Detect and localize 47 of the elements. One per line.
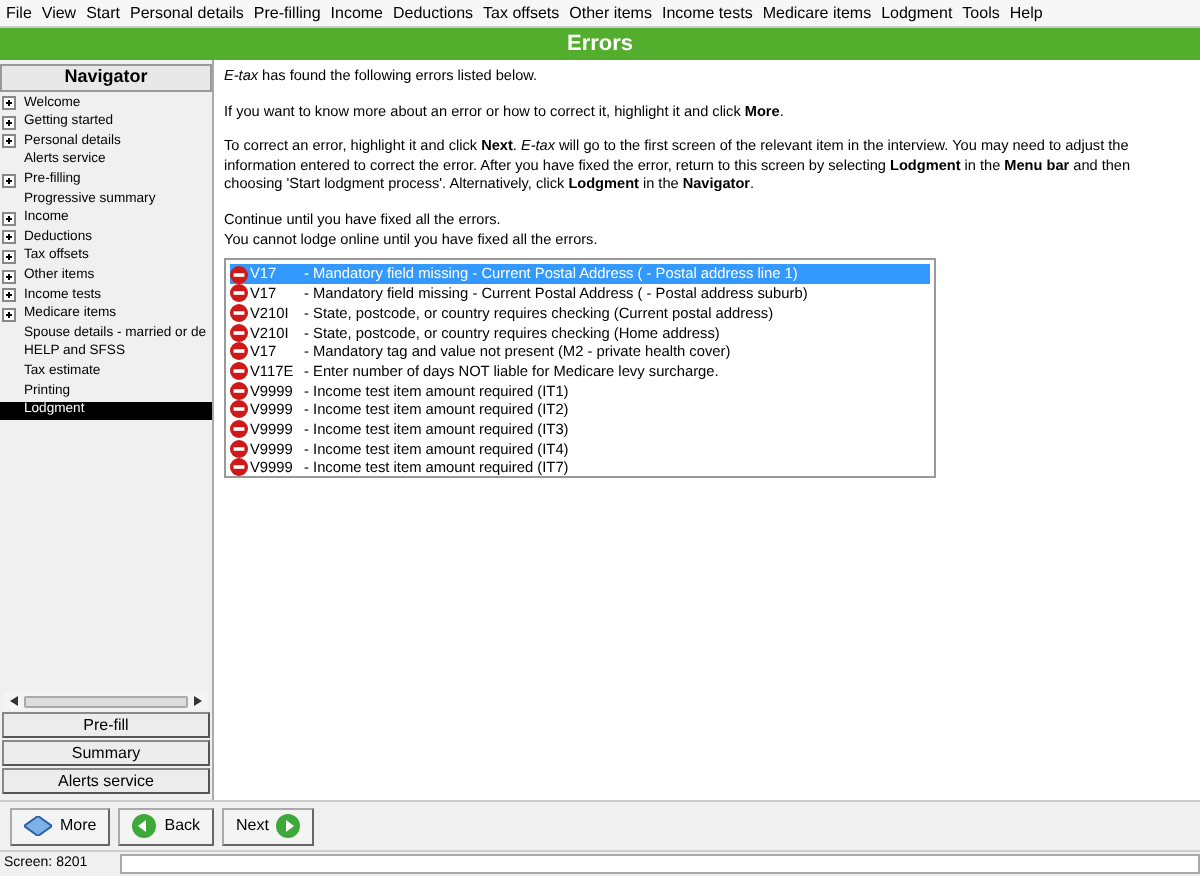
- error-icon: [230, 439, 248, 458]
- error-icon: [230, 323, 248, 342]
- expand-icon[interactable]: [2, 269, 16, 284]
- menu-item[interactable]: View: [41, 1, 77, 25]
- expand-icon[interactable]: [2, 230, 16, 245]
- expand-icon[interactable]: [2, 173, 16, 188]
- error-icon: [230, 400, 248, 419]
- toolbar-button[interactable]: More: [10, 807, 111, 845]
- menu-item[interactable]: Medicare items: [762, 1, 872, 25]
- menu-item[interactable]: Tax offsets: [483, 1, 560, 25]
- toolbar-button[interactable]: Back: [118, 807, 215, 845]
- navigator-title: Navigator: [0, 64, 212, 92]
- error-icon: [230, 420, 248, 438]
- error-icon: [230, 458, 248, 477]
- expand-icon[interactable]: [2, 288, 16, 303]
- menu-item[interactable]: Other items: [569, 1, 652, 25]
- error-icon: [230, 342, 248, 361]
- nav-button[interactable]: Summary: [2, 740, 210, 766]
- menu-item[interactable]: Pre-filling: [253, 1, 321, 25]
- menu-item[interactable]: File: [6, 1, 32, 25]
- error-icon: [230, 303, 248, 322]
- menu-item[interactable]: Personal details: [130, 1, 244, 25]
- toolbar-button[interactable]: Next: [222, 807, 315, 845]
- menu-item[interactable]: Tools: [962, 1, 1000, 25]
- error-icon: [230, 381, 248, 400]
- expand-icon[interactable]: [2, 96, 16, 111]
- error-icon: [230, 284, 248, 303]
- menu-item[interactable]: Income tests: [661, 1, 753, 25]
- menu-item[interactable]: Income: [330, 1, 383, 25]
- error-icon: [230, 361, 248, 380]
- menu-item[interactable]: Help: [1009, 1, 1043, 25]
- scroll-left-icon[interactable]: [10, 696, 18, 706]
- page-title: Errors: [0, 28, 1200, 60]
- scroll-right-icon[interactable]: [194, 696, 202, 706]
- horizontal-scrollbar[interactable]: [4, 692, 208, 710]
- diamond-icon: [24, 816, 52, 836]
- menu-item[interactable]: Deductions: [393, 1, 474, 25]
- expand-icon[interactable]: [2, 115, 16, 130]
- expand-icon[interactable]: [2, 307, 16, 322]
- expand-icon[interactable]: [2, 250, 16, 265]
- nav-button[interactable]: Pre-fill: [2, 712, 210, 738]
- nav-button[interactable]: Alerts service: [2, 768, 210, 794]
- expand-icon[interactable]: [2, 211, 16, 226]
- expand-icon[interactable]: [2, 134, 16, 149]
- menu-item[interactable]: Lodgment: [881, 1, 953, 25]
- error-icon: [230, 265, 248, 283]
- menu-item[interactable]: Start: [86, 1, 120, 25]
